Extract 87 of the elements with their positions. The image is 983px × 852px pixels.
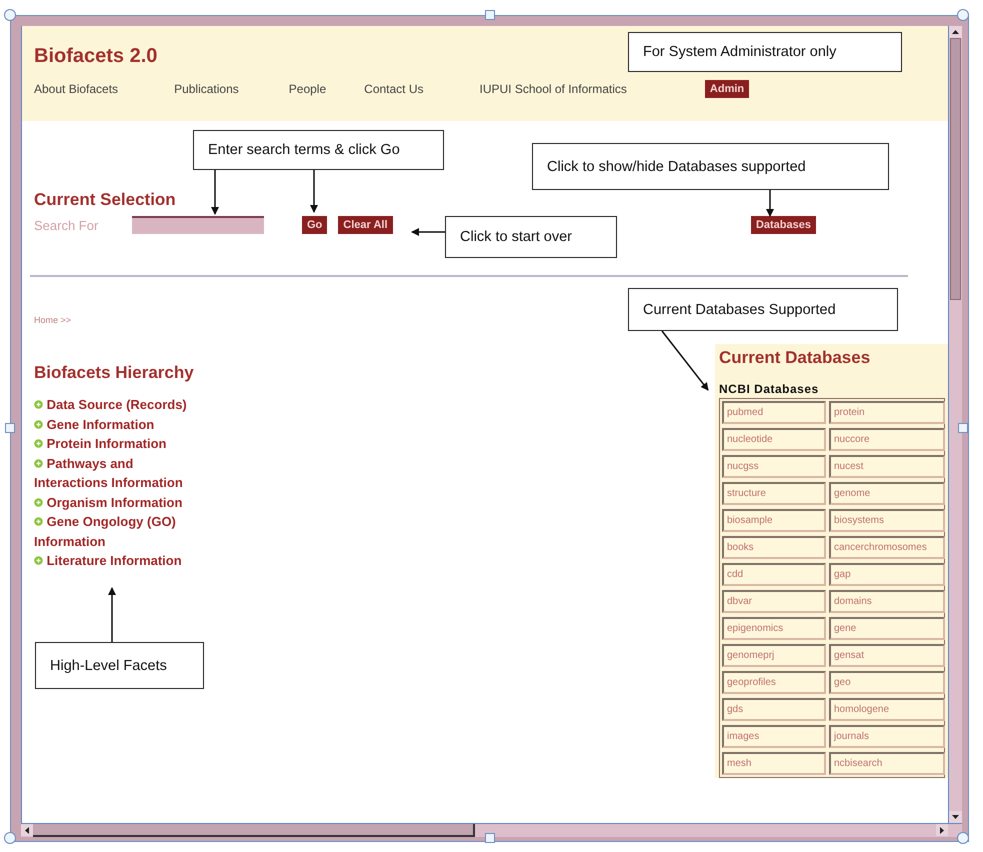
section-heading: Current Selection (34, 190, 176, 210)
databases-button[interactable]: Databases (750, 216, 816, 234)
scrollbar-thumb[interactable] (950, 38, 961, 300)
callout-arrow (411, 228, 445, 236)
selection-handle[interactable] (5, 423, 15, 433)
selection-handle[interactable] (4, 832, 16, 844)
selection-handle[interactable] (485, 833, 495, 843)
nav-link[interactable]: People (288, 82, 326, 96)
database-link[interactable]: genomeprj (722, 644, 826, 667)
database-link[interactable]: gensat (829, 644, 945, 667)
callout-arrow (108, 587, 116, 642)
database-link[interactable]: biosample (722, 509, 826, 532)
site-title: Biofacets 2.0 (34, 45, 158, 68)
database-link[interactable]: nuccore (829, 428, 945, 451)
callout-arrow (661, 330, 709, 391)
search-label: Search For (34, 218, 100, 232)
database-link[interactable]: domains (829, 590, 945, 613)
callout-box: Click to start over (445, 216, 617, 258)
database-link[interactable]: books (722, 536, 826, 559)
scroll-down-icon[interactable] (949, 811, 962, 823)
nav-link[interactable]: IUPUI School of Informatics (480, 82, 627, 96)
facet-link[interactable]: Gene Information (34, 414, 209, 434)
database-link[interactable]: mesh (722, 752, 826, 775)
selection-handle[interactable] (957, 9, 969, 21)
database-link[interactable]: gene (829, 617, 945, 640)
plus-circle-icon (34, 439, 43, 448)
plus-circle-icon (34, 556, 43, 565)
database-link[interactable]: genome (829, 482, 945, 505)
database-link[interactable]: cdd (722, 563, 826, 586)
database-link[interactable]: pubmed (722, 401, 826, 424)
plus-circle-icon (34, 400, 43, 409)
group-label: NCBI Databases (719, 382, 820, 396)
selection-handle[interactable] (957, 832, 969, 844)
database-link[interactable]: nucest (829, 455, 945, 478)
plus-circle-icon (34, 498, 43, 506)
plus-circle-icon (34, 517, 43, 526)
database-link[interactable]: homologene (829, 698, 945, 721)
selection-handle[interactable] (4, 9, 16, 21)
callout-box: High-Level Facets (35, 642, 204, 689)
callout-box: Enter search terms & click Go (193, 130, 444, 170)
database-link[interactable]: structure (722, 482, 826, 505)
scroll-right-icon[interactable] (936, 824, 948, 836)
selection-handle[interactable] (485, 10, 495, 20)
vertical-scrollbar[interactable] (948, 26, 962, 823)
search-field[interactable] (132, 216, 264, 234)
scroll-left-icon[interactable] (21, 824, 33, 836)
nav-link[interactable]: Publications (174, 82, 239, 96)
callout-box: For System Administrator only (628, 32, 902, 72)
plus-circle-icon (34, 458, 43, 468)
database-link[interactable]: geo (829, 671, 945, 694)
database-link[interactable]: ncbisearch (829, 752, 945, 775)
scrollbar-thumb[interactable] (33, 824, 475, 837)
facet-link[interactable]: Organism Information (34, 492, 209, 512)
selection-handle[interactable] (958, 423, 968, 433)
database-link[interactable]: journals (829, 725, 945, 748)
callout-arrow (310, 170, 318, 213)
facet-link[interactable]: Data Source (Records) (34, 395, 209, 414)
facet-link[interactable]: Pathways and Interactions Information (34, 454, 209, 492)
plus-circle-icon (34, 420, 43, 428)
database-link[interactable]: nucleotide (722, 428, 826, 451)
facet-link[interactable]: Gene Ongology (GO) Information (34, 512, 209, 551)
facet-link[interactable]: Protein Information (34, 434, 209, 454)
callout-box: Current Databases Supported (628, 288, 898, 331)
callout-arrow (211, 170, 219, 215)
hierarchy-heading: Biofacets Hierarchy (34, 363, 194, 383)
clear-all-button[interactable]: Clear All (338, 216, 393, 234)
facet-link[interactable]: Literature Information (34, 551, 209, 570)
database-link[interactable]: gds (722, 698, 826, 721)
database-link[interactable]: gap (829, 563, 945, 586)
go-button[interactable]: Go (302, 216, 328, 234)
nav-link[interactable]: About Biofacets (34, 82, 118, 96)
database-link[interactable]: images (722, 725, 826, 748)
database-link[interactable]: protein (829, 401, 945, 424)
database-link[interactable]: epigenomics (722, 617, 826, 640)
callout-box: Click to show/hide Databases supported (532, 143, 889, 190)
database-link[interactable]: biosystems (829, 509, 945, 532)
nav-link[interactable]: Contact Us (364, 82, 424, 96)
database-link[interactable]: dbvar (722, 590, 826, 613)
scroll-up-icon[interactable] (949, 26, 962, 38)
database-link[interactable]: nucgss (722, 455, 826, 478)
panel-heading: Current Databases (719, 348, 872, 368)
admin-button[interactable]: Admin (704, 80, 750, 98)
horizontal-scrollbar[interactable] (21, 823, 962, 837)
breadcrumb-link[interactable]: Home >> (34, 315, 209, 325)
database-link[interactable]: cancerchromosomes (829, 536, 945, 559)
database-link[interactable]: geoprofiles (722, 671, 826, 694)
callout-arrow (766, 190, 774, 217)
